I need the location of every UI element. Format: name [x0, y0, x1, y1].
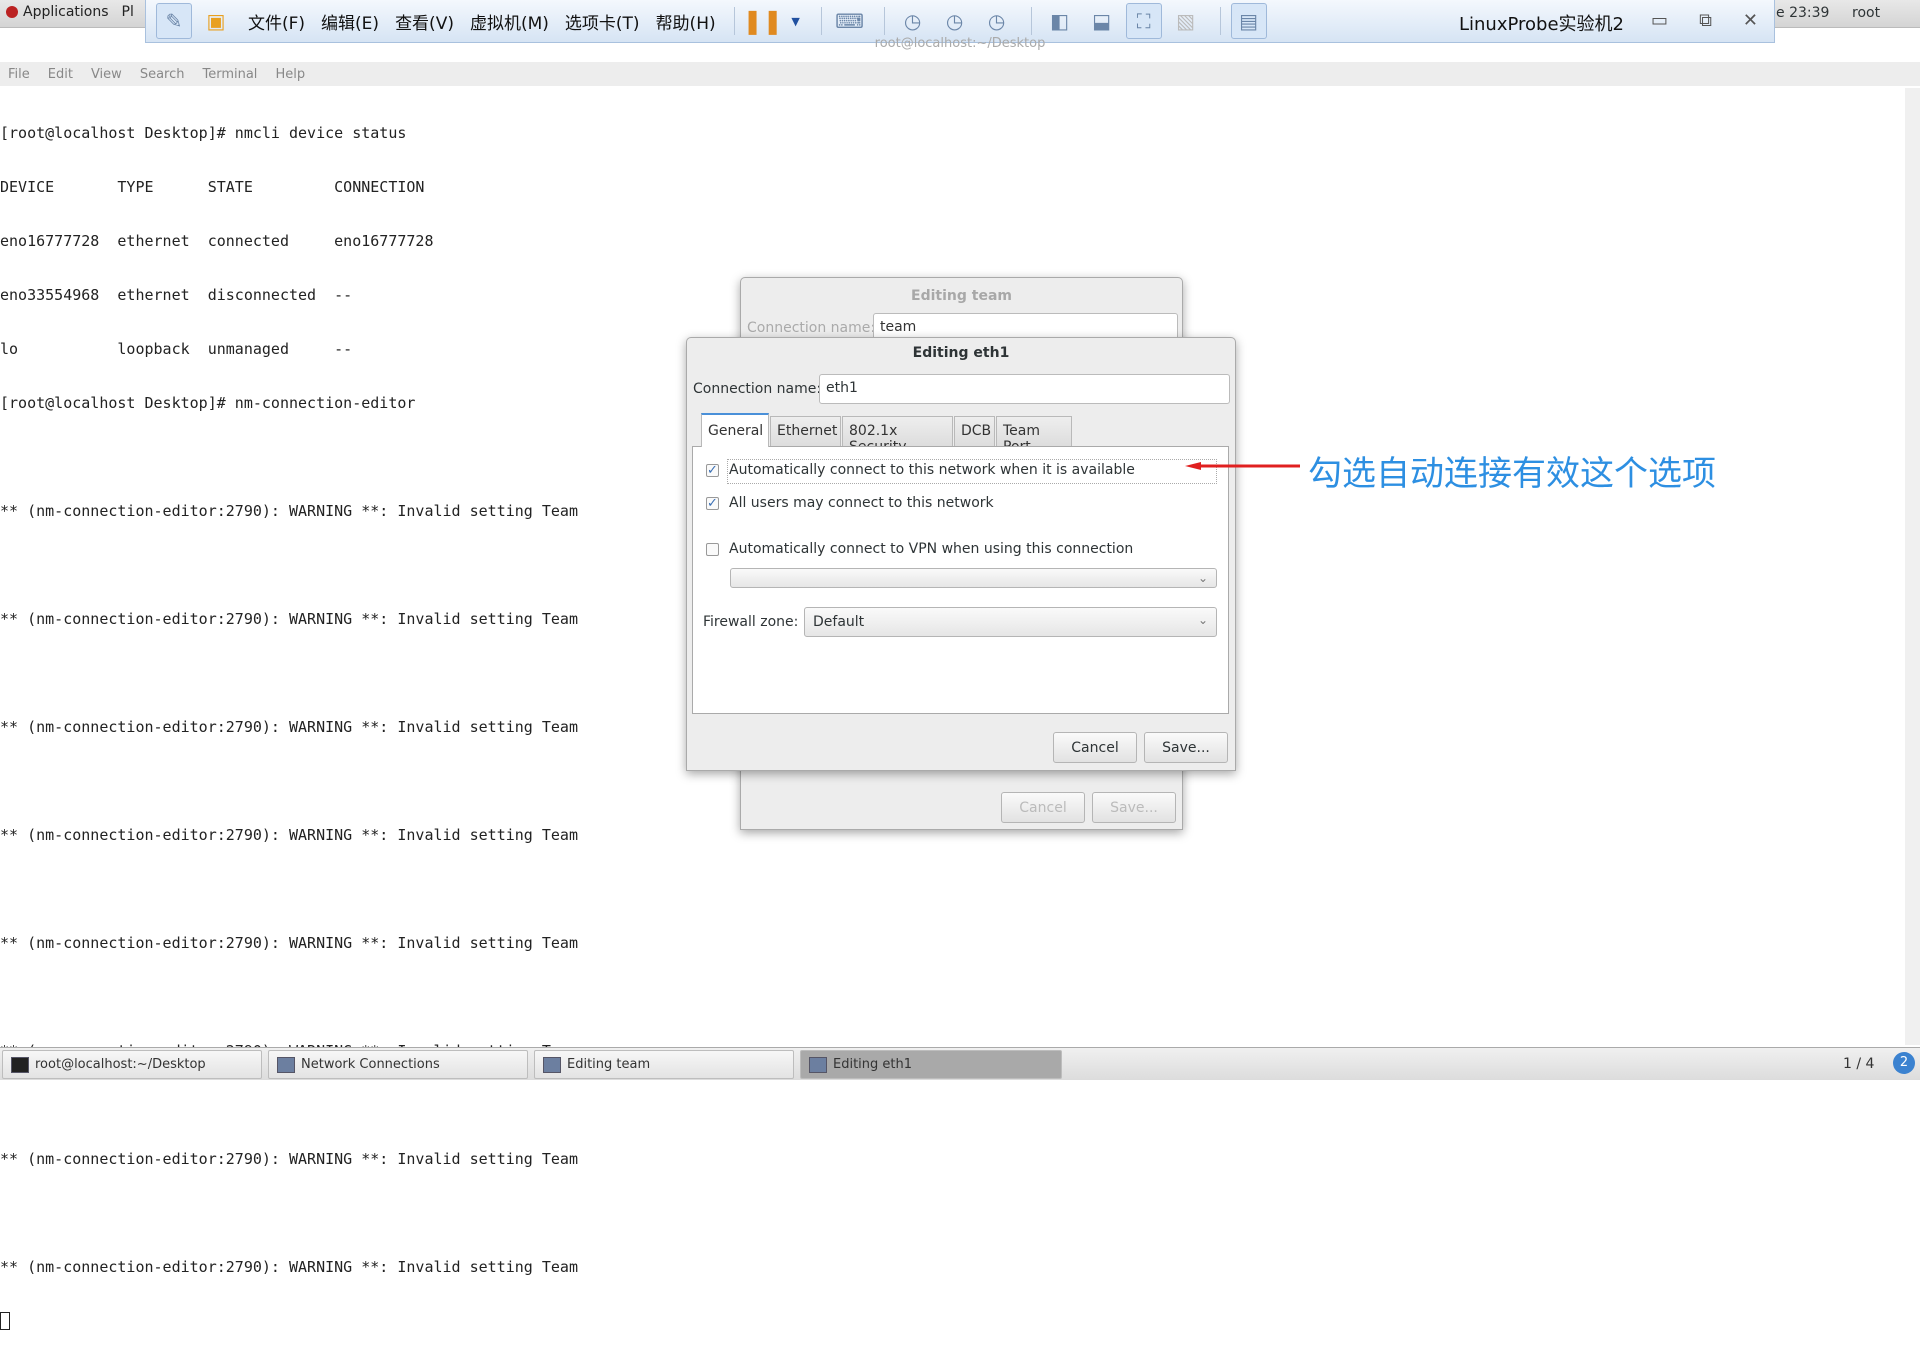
- terminal-cursor: [0, 1312, 10, 1330]
- connection-name-label: Connection name:: [693, 381, 822, 397]
- menu-help[interactable]: Help: [275, 67, 305, 82]
- vm-title: LinuxProbe实验机2: [1458, 14, 1624, 35]
- terminal-title: root@localhost:~/Desktop: [874, 36, 1046, 51]
- save-button[interactable]: Save...: [1144, 732, 1228, 763]
- chevron-down-icon: ⌄: [1197, 571, 1208, 585]
- connection-name-label: Connection name:: [747, 320, 876, 336]
- workspace-pager[interactable]: 1 / 4: [1843, 1056, 1874, 1072]
- restore-icon[interactable]: ⧉: [1699, 10, 1712, 31]
- close-icon[interactable]: ✕: [1743, 10, 1758, 31]
- firewall-zone-value: Default: [813, 614, 865, 630]
- task-label: Editing eth1: [833, 1057, 913, 1072]
- tab-8021x-security[interactable]: 802.1x Security: [842, 416, 953, 455]
- user-menu[interactable]: root: [1852, 5, 1880, 21]
- applications-label: Applications: [23, 4, 109, 20]
- cancel-button[interactable]: Cancel: [1053, 732, 1137, 763]
- dropdown-icon[interactable]: ▼: [787, 3, 805, 39]
- dialog-title: Editing eth1: [912, 345, 1010, 361]
- annotation-text: 勾选自动连接有效这个选项: [1308, 454, 1716, 494]
- snapshot-icon[interactable]: ◷: [895, 3, 931, 39]
- cancel-button[interactable]: Cancel: [1001, 792, 1085, 823]
- tab-dcb[interactable]: DCB: [954, 416, 995, 446]
- task-label: root@localhost:~/Desktop: [35, 1057, 206, 1072]
- firewall-zone-select[interactable]: Default ⌄: [804, 607, 1217, 637]
- task-network-connections[interactable]: Network Connections: [268, 1050, 528, 1079]
- network-icon: [277, 1056, 295, 1073]
- menu-vm[interactable]: 虚拟机(M): [470, 9, 549, 34]
- vpn-label[interactable]: Automatically connect to VPN when using …: [729, 541, 1133, 557]
- terminal-line: ** (nm-connection-editor:2790): WARNING …: [0, 1150, 578, 1168]
- terminal-icon: [11, 1056, 29, 1073]
- terminal-scrollbar[interactable]: [1905, 88, 1920, 1045]
- places-menu[interactable]: Pl: [122, 4, 134, 20]
- divider: [820, 7, 822, 35]
- snapshot-manager-icon[interactable]: ◷: [979, 3, 1015, 39]
- pin-icon[interactable]: ✎: [156, 3, 192, 39]
- all-users-checkbox[interactable]: ✓: [706, 497, 719, 510]
- task-terminal[interactable]: root@localhost:~/Desktop: [2, 1050, 262, 1079]
- menu-terminal[interactable]: Terminal: [202, 67, 257, 82]
- send-keys-icon[interactable]: ⌨: [832, 3, 868, 39]
- task-label: Network Connections: [301, 1057, 440, 1072]
- tab-team-port[interactable]: Team Port: [996, 416, 1072, 455]
- fullscreen-icon[interactable]: ⛶: [1125, 3, 1162, 39]
- menu-search[interactable]: Search: [140, 67, 185, 82]
- auto-connect-label[interactable]: Automatically connect to this network wh…: [729, 462, 1135, 478]
- save-button[interactable]: Save...: [1092, 792, 1176, 823]
- terminal-line: DEVICE TYPE STATE CONNECTION: [0, 178, 425, 196]
- network-icon: [809, 1056, 827, 1073]
- pause-icon[interactable]: ❚❚: [743, 3, 783, 39]
- annotation-arrow-icon: [1185, 462, 1300, 470]
- minimize-icon[interactable]: ▭: [1651, 10, 1668, 31]
- connection-name-input[interactable]: eth1: [819, 374, 1230, 404]
- redhat-icon: [6, 6, 18, 18]
- task-editing-eth1[interactable]: Editing eth1: [800, 1050, 1062, 1079]
- terminal-line: eno16777728 ethernet connected eno167777…: [0, 232, 434, 250]
- vpn-select[interactable]: ⌄: [730, 568, 1217, 588]
- dialog-title: Editing team: [911, 288, 1012, 304]
- thumbnail-icon[interactable]: ⬓: [1084, 3, 1120, 39]
- menu-file[interactable]: File: [8, 67, 30, 82]
- workspace-indicator[interactable]: 2: [1893, 1052, 1915, 1074]
- vpn-checkbox[interactable]: [706, 543, 719, 556]
- divider: [1219, 7, 1221, 35]
- sidebar-icon[interactable]: ◧: [1042, 3, 1078, 39]
- divider: [883, 7, 885, 35]
- menu-edit[interactable]: Edit: [48, 67, 73, 82]
- menu-view[interactable]: 查看(V): [395, 9, 454, 34]
- menu-file[interactable]: 文件(F): [248, 9, 305, 34]
- unity-icon[interactable]: ▧: [1168, 3, 1204, 39]
- vmware-logo-icon: ▣: [206, 9, 226, 33]
- tab-ethernet[interactable]: Ethernet: [770, 416, 841, 446]
- task-editing-team[interactable]: Editing team: [534, 1050, 794, 1079]
- divider: [733, 7, 735, 35]
- terminal-menubar: File Edit View Search Terminal Help: [0, 62, 1920, 86]
- menu-help[interactable]: 帮助(H): [656, 9, 716, 34]
- clock[interactable]: e 23:39: [1776, 5, 1829, 21]
- terminal-line: ** (nm-connection-editor:2790): WARNING …: [0, 934, 578, 952]
- network-icon: [543, 1056, 561, 1073]
- tab-general[interactable]: General: [701, 413, 769, 447]
- revert-snapshot-icon[interactable]: ◷: [937, 3, 973, 39]
- terminal-line: ** (nm-connection-editor:2790): WARNING …: [0, 1258, 578, 1276]
- menu-edit[interactable]: 编辑(E): [321, 9, 379, 34]
- applications-menu[interactable]: Applications Pl: [6, 4, 134, 20]
- menu-view[interactable]: View: [91, 67, 122, 82]
- divider: [1030, 7, 1032, 35]
- firewall-zone-label: Firewall zone:: [703, 614, 799, 630]
- console-view-icon[interactable]: ▤: [1230, 3, 1267, 39]
- menu-tabs[interactable]: 选项卡(T): [565, 9, 640, 34]
- terminal-line: [root@localhost Desktop]# nmcli device s…: [0, 124, 407, 142]
- taskbar: root@localhost:~/Desktop Network Connect…: [0, 1047, 1920, 1080]
- chevron-down-icon: ⌄: [1197, 613, 1208, 627]
- auto-connect-checkbox[interactable]: ✓: [706, 464, 719, 477]
- task-label: Editing team: [567, 1057, 651, 1072]
- all-users-label[interactable]: All users may connect to this network: [729, 495, 994, 511]
